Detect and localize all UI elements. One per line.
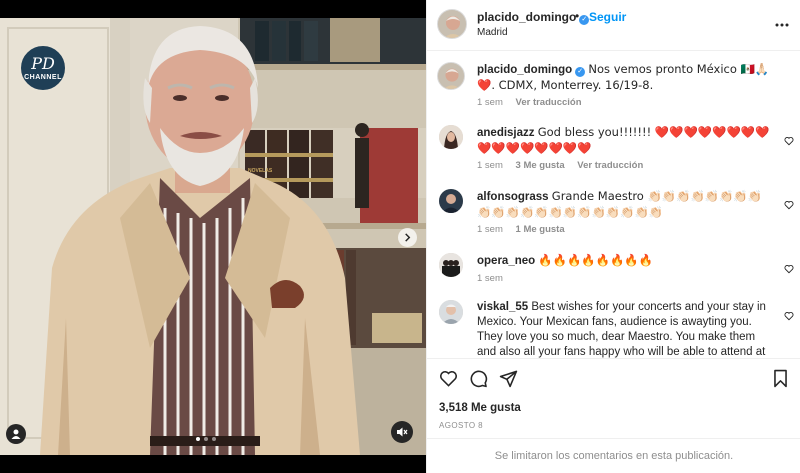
post-details-panel: placido_domingo ✓ • Seguir Madrid placido… xyxy=(426,0,800,473)
more-options-button[interactable] xyxy=(775,14,789,32)
save-button[interactable] xyxy=(772,369,789,393)
commenter-avatar[interactable] xyxy=(439,300,463,324)
author-username-text[interactable]: placido_domingo xyxy=(477,10,576,24)
post-header: placido_domingo ✓ • Seguir Madrid xyxy=(427,0,800,51)
more-horizontal-icon xyxy=(775,23,789,27)
comment-meta: 1 sem xyxy=(477,273,513,284)
comment-meta: 1 sem 1 Me gusta xyxy=(477,224,575,235)
comments-list[interactable]: placido_domingo ✓ Nos vemos pronto México… xyxy=(427,52,800,358)
separator-dot: • xyxy=(575,9,580,23)
caption-body: placido_domingo ✓ Nos vemos pronto México… xyxy=(477,62,781,94)
follow-button[interactable]: Seguir xyxy=(589,10,626,24)
tagged-users-button[interactable] xyxy=(6,424,26,444)
author-username[interactable]: placido_domingo ✓ xyxy=(477,10,590,25)
comment-body: opera_neo 🔥🔥🔥🔥🔥🔥🔥🔥 xyxy=(477,253,771,269)
post-date[interactable]: AGOSTO 8 xyxy=(439,421,483,430)
channel-logo: PD CHANNEL xyxy=(19,44,67,92)
user-tag-icon xyxy=(11,429,21,439)
comment-username[interactable]: viskal_55 xyxy=(477,301,528,313)
chevron-right-icon xyxy=(405,233,411,242)
commenter-avatar[interactable] xyxy=(439,125,463,149)
translate-link[interactable]: Ver traducción xyxy=(577,160,643,171)
comment-body: anedisjazz God bless you!!!!!!! ❤️❤️❤️❤️… xyxy=(477,125,771,157)
avatar-photo xyxy=(438,10,466,38)
comment-time[interactable]: 1 sem xyxy=(477,273,503,284)
commenter-avatar[interactable] xyxy=(439,253,463,277)
comment-username[interactable]: alfonsograss xyxy=(477,191,549,203)
comment-button[interactable] xyxy=(469,369,488,393)
comment-text: 🔥🔥🔥🔥🔥🔥🔥🔥 xyxy=(538,253,653,267)
book-spine-label: NOVELAS xyxy=(248,168,273,174)
bookmark-icon xyxy=(774,369,787,388)
post-media[interactable]: NOVELAS PD CHANNEL xyxy=(0,0,426,473)
carousel-dot xyxy=(204,437,208,441)
like-comment-button[interactable] xyxy=(784,261,794,279)
muted-speaker-icon xyxy=(397,427,408,437)
commenter-avatar[interactable] xyxy=(439,189,463,213)
comment-username[interactable]: anedisjazz xyxy=(477,127,535,139)
heart-outline-icon xyxy=(440,370,457,387)
comments-limited-notice: Se limitaron los comentarios en esta pub… xyxy=(427,438,800,473)
comment-bubble-icon xyxy=(470,370,488,388)
share-button[interactable] xyxy=(499,369,518,393)
comment-time[interactable]: 1 sem xyxy=(477,224,503,235)
verified-badge-icon: ✓ xyxy=(575,67,586,77)
post-actions: 3,518 Me gusta AGOSTO 8 Se limitaron los… xyxy=(427,358,800,473)
heart-outline-icon xyxy=(784,137,794,146)
video-scene-illustration xyxy=(0,18,426,455)
carousel-indicator xyxy=(196,437,216,441)
avatar-photo xyxy=(439,253,463,277)
translate-link[interactable]: Ver traducción xyxy=(516,97,582,108)
channel-logo-word: CHANNEL xyxy=(24,73,62,81)
mute-toggle[interactable] xyxy=(391,421,413,443)
comment-likes[interactable]: 1 Me gusta xyxy=(516,224,565,235)
like-comment-button[interactable] xyxy=(784,197,794,215)
comment-body: viskal_55 Best wishes for your concerts … xyxy=(477,300,771,358)
paper-plane-icon xyxy=(499,370,518,388)
comment-likes[interactable]: 3 Me gusta xyxy=(516,160,565,171)
heart-outline-icon xyxy=(784,265,794,274)
caption-username[interactable]: placido_domingo xyxy=(477,64,572,76)
verified-badge-icon: ✓ xyxy=(579,15,590,25)
caption-time[interactable]: 1 sem xyxy=(477,97,503,108)
avatar-photo xyxy=(438,63,464,89)
heart-outline-icon xyxy=(784,312,794,321)
like-comment-button[interactable] xyxy=(784,308,794,326)
author-avatar[interactable] xyxy=(437,9,467,39)
comment-username[interactable]: opera_neo xyxy=(477,255,535,267)
like-button[interactable] xyxy=(439,369,458,393)
likes-count[interactable]: 3,518 Me gusta xyxy=(439,402,521,414)
avatar-photo xyxy=(439,189,463,213)
avatar-photo xyxy=(439,125,463,149)
like-comment-button[interactable] xyxy=(784,133,794,151)
carousel-dot xyxy=(196,437,200,441)
channel-logo-monogram: PD xyxy=(31,53,55,73)
heart-outline-icon xyxy=(784,201,794,210)
comment-time[interactable]: 1 sem xyxy=(477,160,503,171)
caption-meta: 1 sem Ver traducción xyxy=(477,97,592,108)
comment-body: alfonsograss Grande Maestro 👏🏻👏🏻👏🏻👏🏻👏🏻👏🏻… xyxy=(477,189,771,221)
author-avatar[interactable] xyxy=(437,62,465,90)
avatar-photo xyxy=(439,300,463,324)
video-frame[interactable]: NOVELAS xyxy=(0,18,426,455)
post-location[interactable]: Madrid xyxy=(477,27,508,38)
next-slide-button[interactable] xyxy=(398,228,417,247)
carousel-dot xyxy=(212,437,216,441)
comment-meta: 1 sem 3 Me gusta Ver traducción xyxy=(477,160,653,171)
